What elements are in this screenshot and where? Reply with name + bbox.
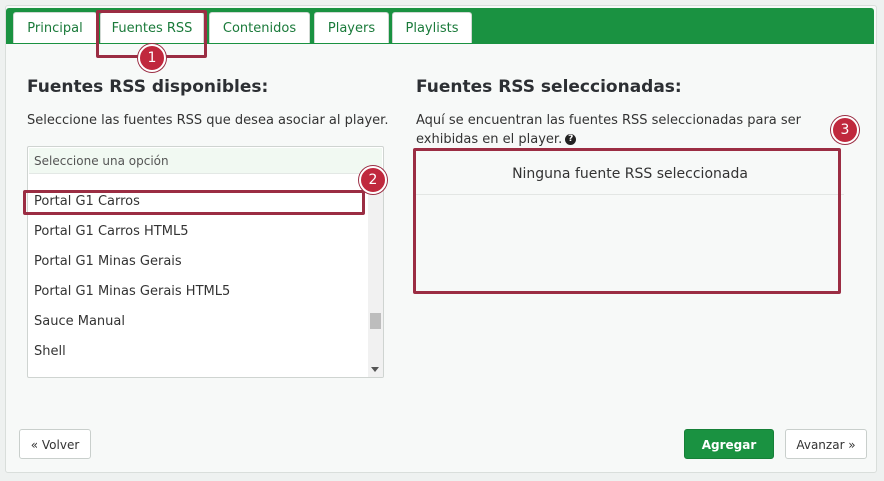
annotation-badge-2: 2 [359,166,387,194]
tab-playlists[interactable]: Playlists [392,12,472,43]
rss-options-listbox[interactable]: Seleccione una opción Portal G1 Carros P… [27,146,384,378]
scrollbar-thumb[interactable] [370,313,381,329]
available-title: Fuentes RSS disponibles: [27,77,269,97]
annotation-badge-3: 3 [831,116,859,144]
option-portal-g1-minas-gerais[interactable]: Portal G1 Minas Gerais [34,254,182,269]
annotation-badge-1: 1 [138,44,166,72]
option-portal-g1-minas-gerais-html5[interactable]: Portal G1 Minas Gerais HTML5 [34,284,230,299]
next-button[interactable]: Avanzar » [785,429,867,459]
annotation-box-3 [413,148,841,294]
add-button[interactable]: Agregar [684,429,774,459]
search-input[interactable]: Seleccione una opción [29,148,382,174]
option-sauce-manual[interactable]: Sauce Manual [34,314,125,329]
available-description: Seleccione las fuentes RSS que desea aso… [27,113,389,128]
annotation-box-2 [23,190,365,215]
tab-principal[interactable]: Principal [13,12,97,43]
scroll-down-arrow-icon[interactable] [371,367,379,372]
help-icon[interactable]: ? [565,134,577,145]
option-portal-g1-carros-html5[interactable]: Portal G1 Carros HTML5 [34,224,188,239]
selected-description-line2: exhibidas en el player. [416,132,563,147]
selected-description: Aquí se encuentran las fuentes RSS selec… [416,111,801,149]
selected-description-line1: Aquí se encuentran las fuentes RSS selec… [416,113,801,128]
tab-players[interactable]: Players [314,12,389,43]
listbox-scrollbar[interactable] [368,177,383,377]
tab-contenidos[interactable]: Contenidos [209,12,310,43]
back-button[interactable]: « Volver [19,429,91,459]
selected-title: Fuentes RSS seleccionadas: [416,77,682,97]
option-shell[interactable]: Shell [34,344,66,359]
